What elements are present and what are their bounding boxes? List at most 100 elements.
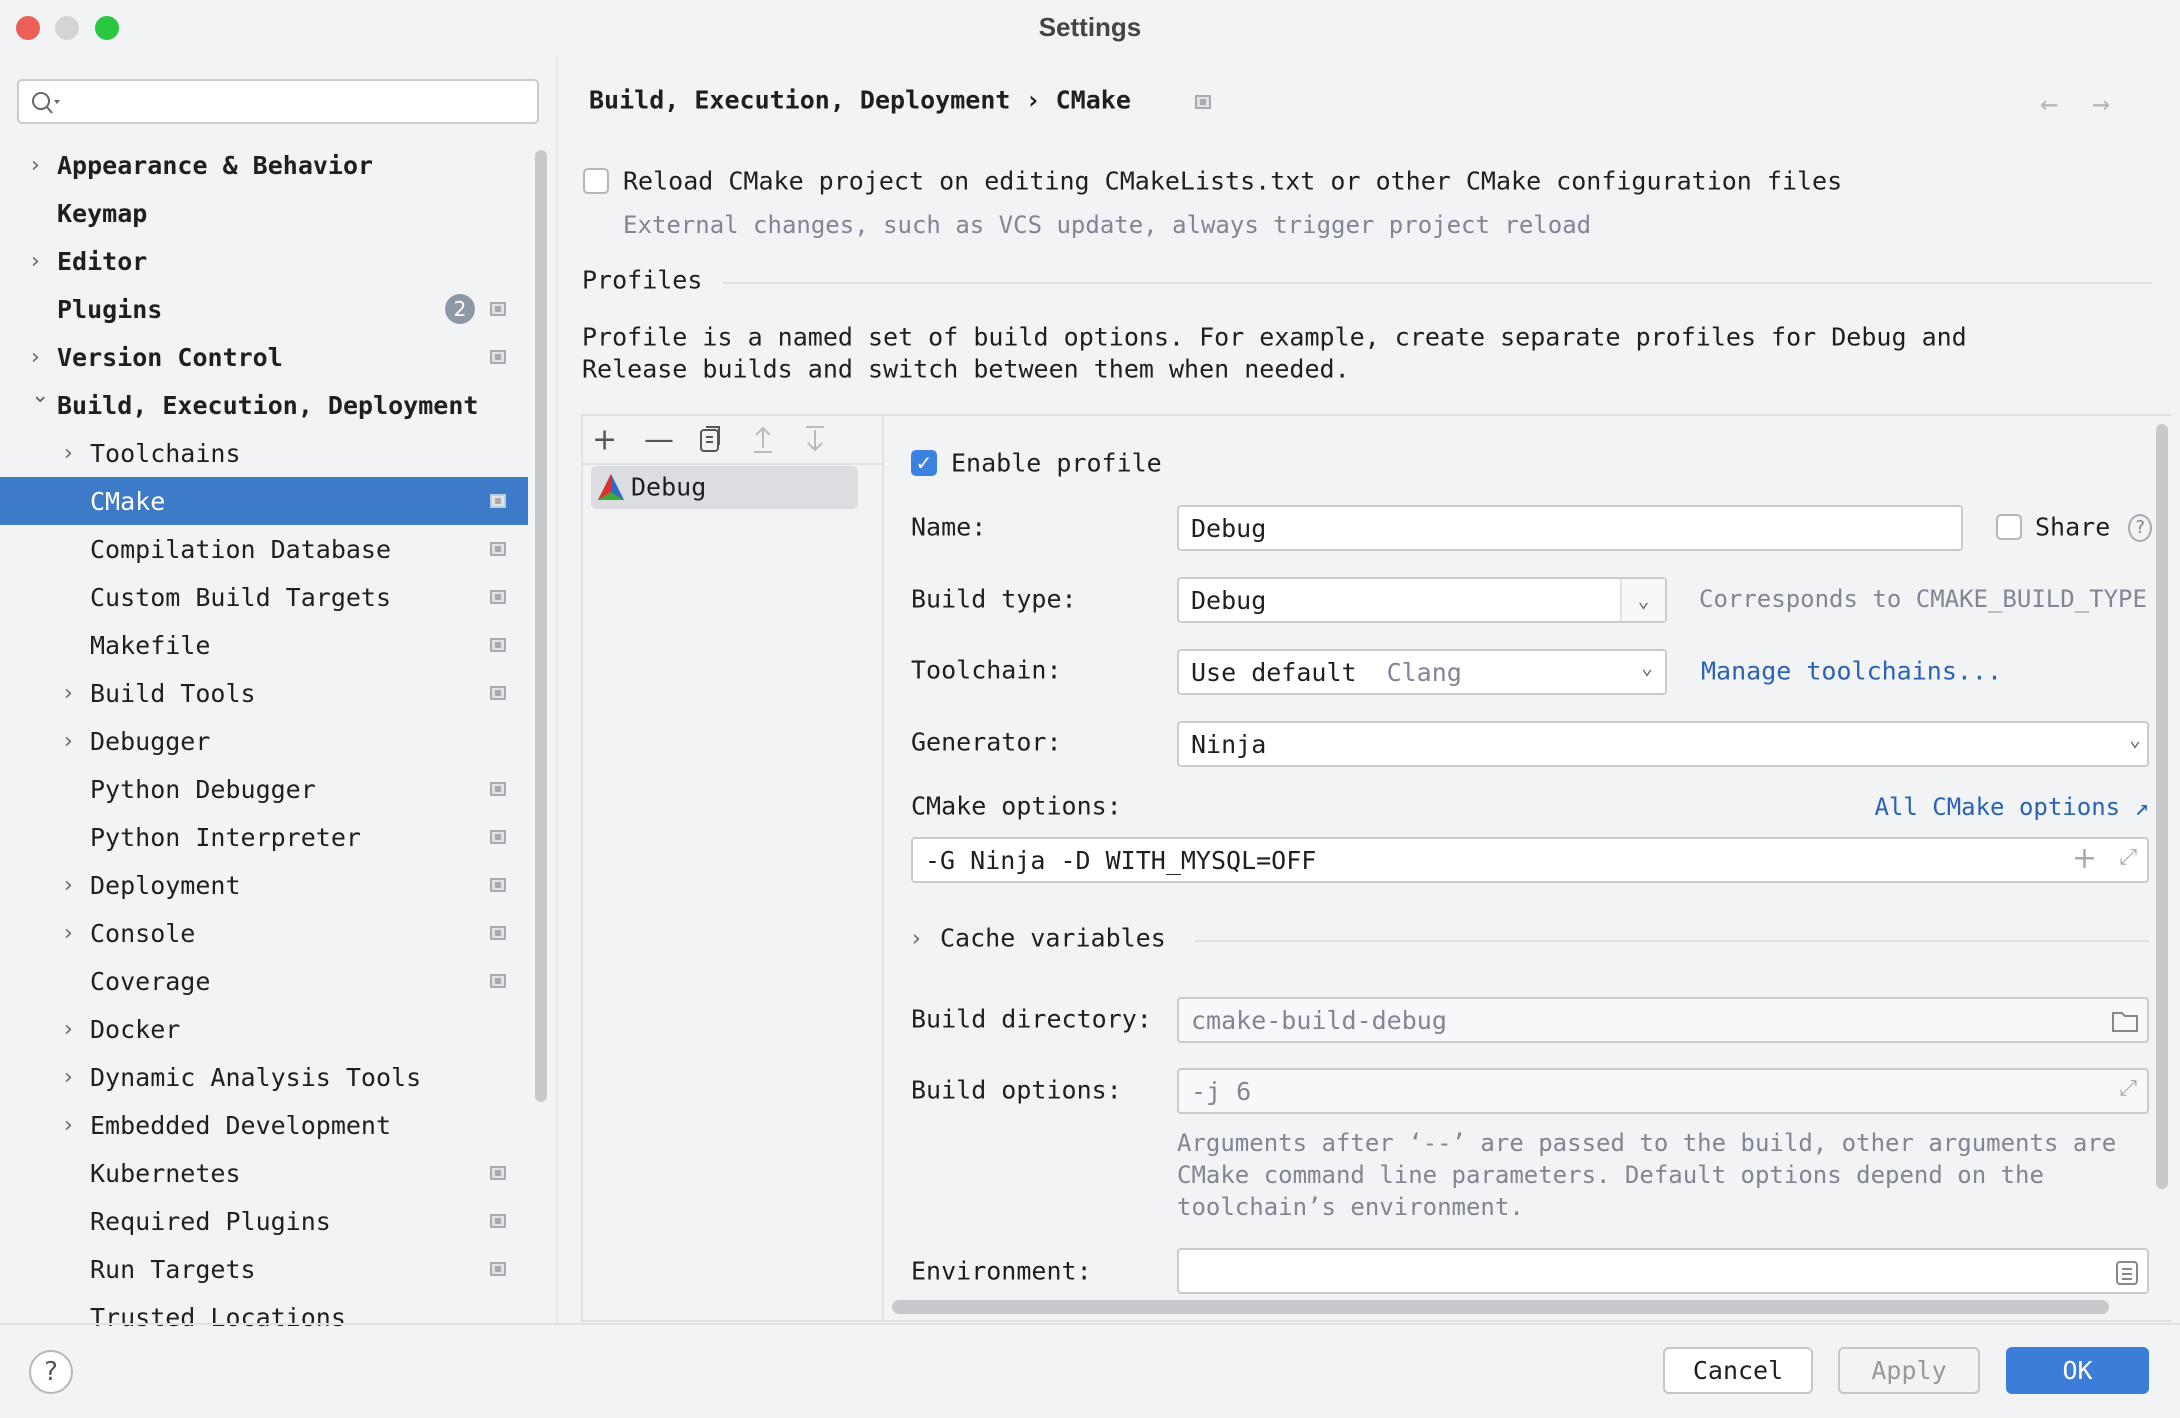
sidebar-item-label: Editor xyxy=(57,246,148,276)
chevron-right-icon[interactable]: › xyxy=(64,1017,73,1042)
chevron-right-icon[interactable]: › xyxy=(64,873,73,898)
share-help-icon[interactable]: ? xyxy=(2128,514,2152,542)
sidebar-item-label: Compilation Database xyxy=(90,534,392,564)
project-level-icon xyxy=(490,878,506,892)
cmake-logo-icon xyxy=(598,474,624,500)
sidebar-item-required-plugins[interactable]: Required Plugins xyxy=(0,1197,528,1245)
sidebar-item-deployment[interactable]: › Deployment xyxy=(0,861,528,909)
sidebar-item-custom-build-targets[interactable]: Custom Build Targets xyxy=(0,573,528,621)
expand-icon[interactable]: ⤢ xyxy=(2119,1076,2137,1101)
sidebar-item-build-tools[interactable]: › Build Tools xyxy=(0,669,528,717)
sidebar-item-docker[interactable]: › Docker xyxy=(0,1005,528,1053)
sidebar-item-label: Plugins xyxy=(57,294,163,324)
project-level-icon xyxy=(490,302,506,316)
move-down-icon[interactable] xyxy=(802,424,828,454)
all-cmake-options-link[interactable]: All CMake options ↗ xyxy=(1874,793,2149,821)
project-level-icon xyxy=(490,782,506,796)
reload-checkbox[interactable] xyxy=(583,168,609,194)
sidebar-item-cmake[interactable]: CMake xyxy=(0,477,528,525)
sidebar-item-debugger[interactable]: › Debugger xyxy=(0,717,528,765)
vertical-scrollbar[interactable] xyxy=(2156,424,2168,1189)
chevron-right-icon[interactable]: › xyxy=(64,1065,73,1090)
sidebar-item-kubernetes[interactable]: Kubernetes xyxy=(0,1149,528,1197)
chevron-right-icon[interactable]: › xyxy=(31,153,40,178)
enable-profile-checkbox[interactable]: ✓ xyxy=(911,450,937,476)
sidebar-item-label: Python Interpreter xyxy=(90,822,361,852)
add-profile-icon[interactable]: + xyxy=(592,423,617,458)
sidebar-item-label: Console xyxy=(90,918,196,948)
chevron-right-icon[interactable]: › xyxy=(64,441,73,466)
sidebar-item-dynamic-analysis-tools[interactable]: › Dynamic Analysis Tools xyxy=(0,1053,528,1101)
chevron-right-icon[interactable]: › xyxy=(64,1113,73,1138)
sidebar-item-trusted-locations[interactable]: Trusted Locations xyxy=(0,1293,528,1341)
search-input[interactable] xyxy=(17,79,539,124)
chevron-right-icon[interactable]: › xyxy=(64,921,73,946)
environment-input[interactable] xyxy=(1177,1248,2149,1294)
chevron-right-icon[interactable]: › xyxy=(31,249,40,274)
back-arrow-icon[interactable]: ← xyxy=(2040,87,2058,122)
cancel-button[interactable]: Cancel xyxy=(1663,1347,1813,1394)
sidebar-scrollbar[interactable] xyxy=(535,150,547,1102)
generator-combobox[interactable]: Ninja ⌄ xyxy=(1177,721,2149,767)
sidebar-item-run-targets[interactable]: Run Targets xyxy=(0,1245,528,1293)
copy-profile-icon[interactable] xyxy=(698,424,724,454)
name-label: Name: xyxy=(911,512,987,542)
add-option-icon[interactable]: + xyxy=(2072,841,2097,876)
remove-profile-icon[interactable]: — xyxy=(644,423,674,458)
build-type-label: Build type: xyxy=(911,584,1077,614)
apply-button[interactable]: Apply xyxy=(1838,1347,1980,1394)
share-checkbox[interactable] xyxy=(1996,514,2022,540)
sidebar-item-console[interactable]: › Console xyxy=(0,909,528,957)
chevron-right-icon[interactable]: › xyxy=(31,345,40,370)
sidebar-item-plugins[interactable]: Plugins 2 xyxy=(0,285,528,333)
profiles-splitter[interactable] xyxy=(882,414,884,1322)
ok-button[interactable]: OK xyxy=(2006,1347,2149,1394)
sidebar-item-toolchains[interactable]: › Toolchains xyxy=(0,429,528,477)
chevron-right-icon[interactable]: › xyxy=(64,681,73,706)
expand-icon[interactable]: ⤢ xyxy=(2119,845,2137,870)
chevron-down-icon[interactable]: ⌄ xyxy=(1620,579,1665,621)
project-level-icon xyxy=(490,1166,506,1180)
manage-toolchains-link[interactable]: Manage toolchains... xyxy=(1701,657,2002,686)
sidebar-item-keymap[interactable]: Keymap xyxy=(0,189,528,237)
profiles-description-2: Release builds and switch between them w… xyxy=(582,354,1350,384)
sidebar-item-embedded-development[interactable]: › Embedded Development xyxy=(0,1101,528,1149)
sidebar-item-appearance-behavior[interactable]: › Appearance & Behavior xyxy=(0,141,528,189)
sidebar-item-build-execution-deployment[interactable]: ⌄ Build, Execution, Deployment xyxy=(0,381,528,429)
chevron-right-icon[interactable]: › xyxy=(64,729,73,754)
sidebar-item-label: Build Tools xyxy=(90,678,256,708)
sidebar-item-editor[interactable]: › Editor xyxy=(0,237,528,285)
forward-arrow-icon[interactable]: → xyxy=(2092,87,2110,122)
toolchain-value: Use default xyxy=(1191,657,1357,687)
name-input[interactable]: Debug xyxy=(1177,505,1963,551)
folder-icon[interactable] xyxy=(2111,1009,2139,1033)
build-directory-input[interactable]: cmake-build-debug xyxy=(1177,997,2149,1043)
sidebar-item-version-control[interactable]: › Version Control xyxy=(0,333,528,381)
project-level-icon xyxy=(490,1262,506,1276)
sidebar-divider xyxy=(556,58,558,1323)
project-level-icon xyxy=(490,926,506,940)
horizontal-scrollbar[interactable] xyxy=(892,1300,2109,1314)
sidebar-item-compilation-database[interactable]: Compilation Database xyxy=(0,525,528,573)
sidebar-item-makefile[interactable]: Makefile xyxy=(0,621,528,669)
sidebar-item-python-debugger[interactable]: Python Debugger xyxy=(0,765,528,813)
build-options-input[interactable]: -j 6 ⤢ xyxy=(1177,1068,2149,1114)
cmake-options-input[interactable]: -G Ninja -D WITH_MYSQL=OFF + ⤢ xyxy=(911,837,2149,883)
sidebar-item-label: Docker xyxy=(90,1014,181,1044)
chevron-down-icon[interactable]: ⌄ xyxy=(31,383,49,408)
cache-variables-toggle[interactable]: Cache variables xyxy=(940,924,1166,953)
breadcrumb-parent[interactable]: Build, Execution, Deployment xyxy=(589,86,1010,115)
sidebar-item-label: Build, Execution, Deployment xyxy=(57,390,479,420)
move-up-icon[interactable] xyxy=(750,424,776,454)
profile-list-item[interactable]: Debug xyxy=(591,466,858,509)
build-type-combobox[interactable]: Debug ⌄ xyxy=(1177,577,1667,623)
help-button[interactable]: ? xyxy=(29,1350,73,1394)
environment-label: Environment: xyxy=(911,1256,1092,1286)
chevron-right-icon[interactable]: › xyxy=(912,927,921,952)
sidebar-item-python-interpreter[interactable]: Python Interpreter xyxy=(0,813,528,861)
sidebar-item-label: Custom Build Targets xyxy=(90,582,392,612)
sidebar-item-coverage[interactable]: Coverage xyxy=(0,957,528,1005)
sidebar-item-label: Debugger xyxy=(90,726,211,756)
edit-environment-icon[interactable] xyxy=(2115,1260,2139,1286)
toolchain-combobox[interactable]: Use default Clang ⌄ xyxy=(1177,649,1667,695)
